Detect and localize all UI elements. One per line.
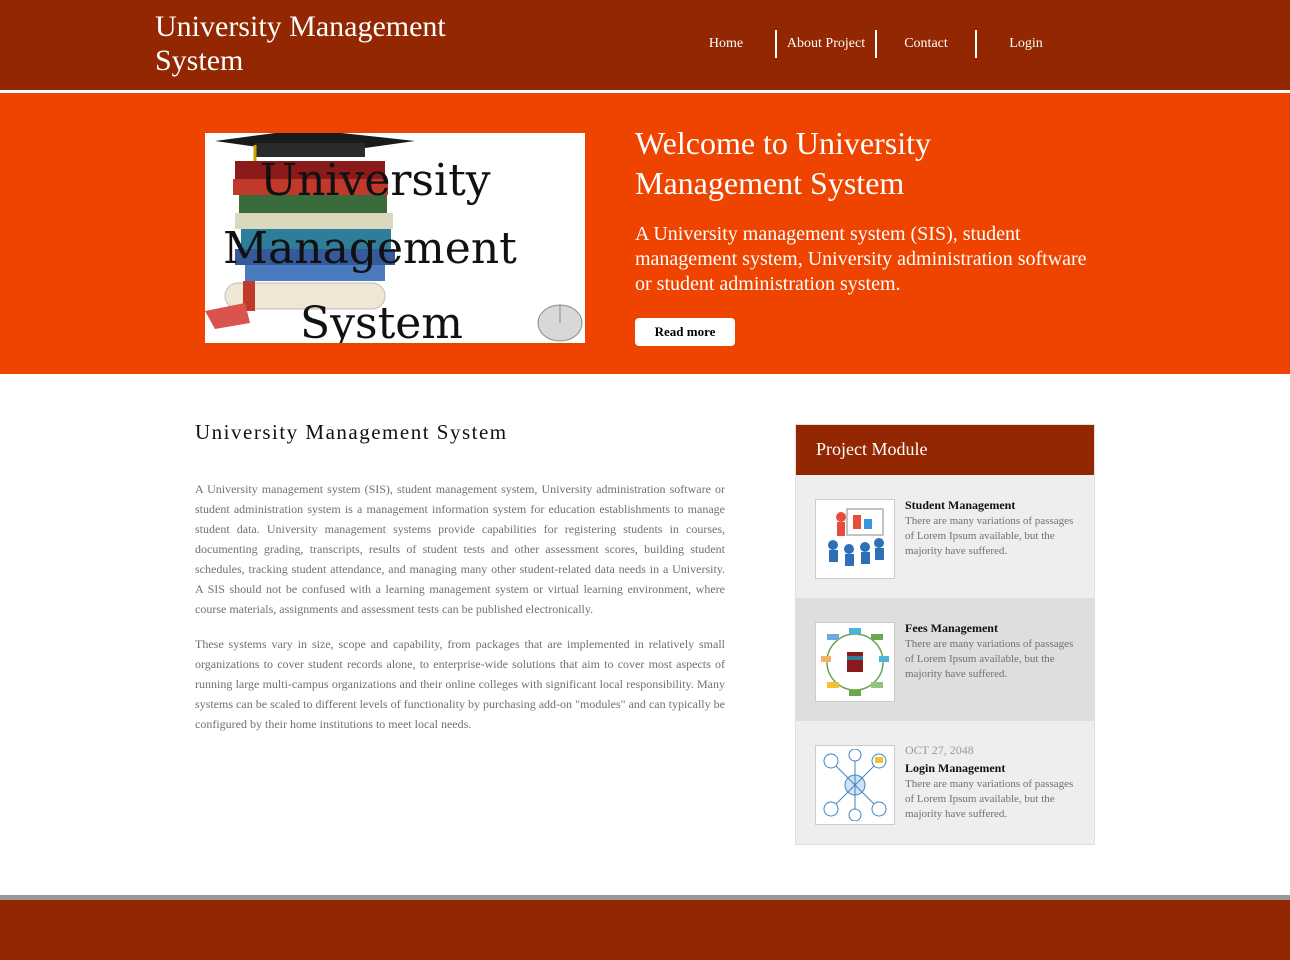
nav-login[interactable]: Login (975, 30, 1075, 58)
module-description: There are many variations of passages of… (905, 638, 1074, 680)
fees-diagram-icon (815, 622, 895, 702)
module-item-student-management[interactable]: Student Management There are many variat… (796, 475, 1094, 598)
module-item-fees-management[interactable]: Fees Management There are many variation… (796, 598, 1094, 721)
module-title[interactable]: Student Management (905, 498, 1015, 513)
nav-home[interactable]: Home (675, 30, 775, 58)
module-title[interactable]: Fees Management (905, 621, 998, 636)
hero-image-word-3: System (300, 298, 463, 343)
hero-image-word-2: Management (223, 223, 517, 274)
content-paragraph: These systems vary in size, scope and ca… (195, 637, 725, 731)
module-description: There are many variations of passages of… (905, 515, 1074, 557)
project-module-panel: Project Module Student Management There … (795, 424, 1095, 845)
main-nav: Home About Project Contact Login (675, 30, 1075, 58)
login-network-icon (815, 745, 895, 825)
module-date: OCT 27, 2048 (905, 743, 974, 757)
module-description: There are many variations of passages of… (905, 778, 1074, 820)
hero-banner: University Management System Welcome to … (0, 93, 1290, 374)
nav-contact[interactable]: Contact (875, 30, 975, 58)
content-title: University Management System (195, 420, 508, 444)
nav-about-project[interactable]: About Project (775, 30, 875, 58)
sidebar-title: Project Module (796, 425, 1094, 475)
hero-title: Welcome to University Management System (635, 125, 932, 201)
hero-image: University Management System (205, 133, 585, 343)
site-footer (0, 900, 1290, 960)
module-item-login-management[interactable]: OCT 27, 2048 Login Management There are … (796, 721, 1094, 844)
content-paragraph: A University management system (SIS), st… (195, 482, 725, 616)
read-more-button[interactable]: Read more (635, 318, 735, 346)
hero-image-word-1: University (260, 155, 491, 206)
hero-description: A University management system (SIS), st… (635, 223, 1087, 295)
site-header: University Management System Home About … (0, 0, 1290, 90)
site-title[interactable]: University Management System (155, 10, 485, 78)
module-title[interactable]: Login Management (905, 761, 1005, 776)
university-books-illustration: University Management System (205, 133, 583, 343)
students-presentation-icon (815, 499, 895, 579)
